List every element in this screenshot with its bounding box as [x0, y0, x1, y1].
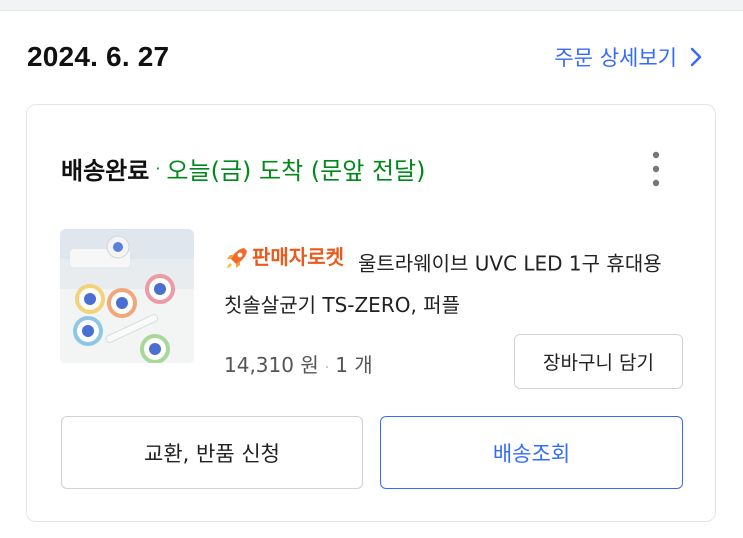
- order-date: 2024. 6. 27: [27, 41, 170, 72]
- status-separator: ·: [155, 159, 161, 178]
- order-detail-link[interactable]: 주문 상세보기: [554, 42, 703, 72]
- add-to-cart-button[interactable]: 장바구니 담기: [514, 334, 683, 389]
- rocket-icon: [227, 247, 247, 268]
- top-divider-strip: [0, 0, 743, 11]
- seller-rocket-label: 판매자로켓: [252, 245, 344, 269]
- arrival-info: 오늘(금) 도착 (문앞 전달): [166, 157, 426, 185]
- chevron-right-icon: [690, 47, 702, 67]
- order-detail-label: 주문 상세보기: [554, 46, 677, 70]
- order-header: 2024. 6. 27 주문 상세보기: [27, 38, 707, 76]
- order-card: 배송완료 · 오늘(금) 도착 (문앞 전달) 판매자로켓 울트라웨이브 UVC…: [26, 104, 716, 522]
- track-delivery-button[interactable]: 배송조회: [380, 416, 683, 489]
- exchange-return-button[interactable]: 교환, 반품 신청: [61, 416, 363, 489]
- product-info: 판매자로켓 울트라웨이브 UVC LED 1구 휴대용 칫솔살균기 TS-ZERO…: [224, 237, 684, 326]
- price-separator: ·: [324, 360, 330, 376]
- price-row: 14,310 원 · 1 개: [224, 349, 373, 378]
- seller-rocket-badge: 판매자로켓: [224, 237, 344, 278]
- more-options-icon[interactable]: [651, 151, 661, 187]
- product-thumbnail[interactable]: [60, 229, 194, 363]
- product-price: 14,310 원: [224, 353, 319, 377]
- delivery-status: 배송완료: [61, 157, 150, 185]
- product-title-row[interactable]: 판매자로켓 울트라웨이브 UVC LED 1구 휴대용 칫솔살균기 TS-ZERO…: [224, 237, 684, 326]
- delivery-status-row: 배송완료 · 오늘(금) 도착 (문앞 전달): [61, 151, 425, 186]
- toothbrush-sterilizer-photo-icon: [60, 229, 194, 363]
- product-quantity: 1 개: [335, 353, 373, 377]
